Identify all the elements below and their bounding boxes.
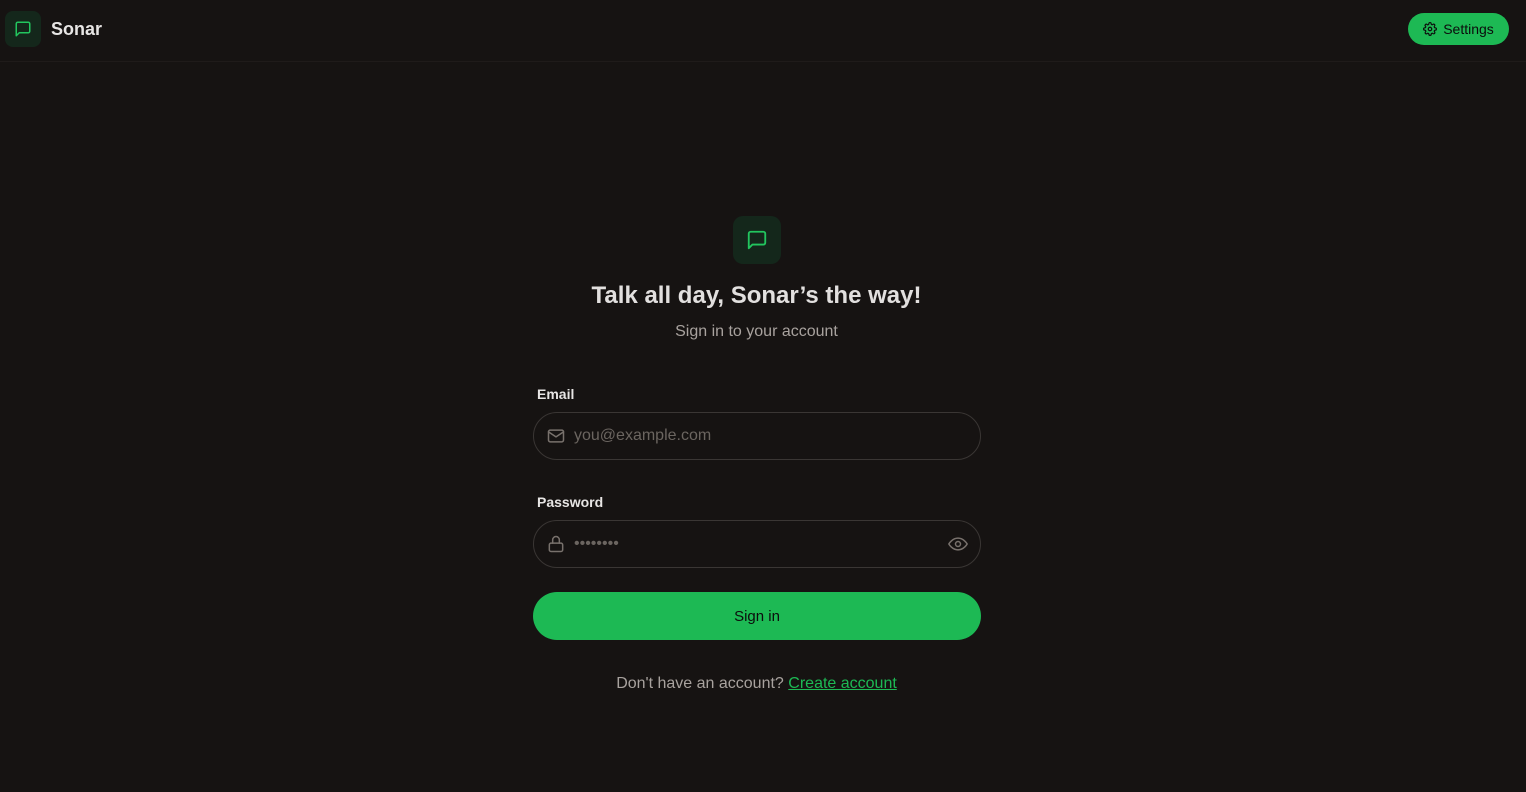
gear-icon (1423, 22, 1438, 36)
eye-icon[interactable] (948, 534, 968, 554)
lock-icon (548, 535, 564, 553)
signup-prompt: Don't have an account? Create account (0, 675, 1513, 693)
message-square-icon (747, 230, 767, 250)
settings-label: Settings (1443, 21, 1494, 37)
password-field[interactable] (533, 520, 981, 568)
email-label: Email (537, 386, 575, 402)
mail-icon (547, 429, 565, 443)
sign-in-button[interactable]: Sign in (533, 592, 981, 640)
email-field[interactable] (533, 412, 981, 460)
message-square-icon (15, 21, 31, 37)
brand-logo (5, 11, 41, 47)
email-input[interactable] (574, 413, 934, 459)
page-subtitle: Sign in to your account (675, 323, 838, 340)
brand[interactable]: Sonar (5, 11, 102, 47)
app-name: Sonar (51, 18, 103, 39)
top-bar: Sonar Settings (0, 0, 1526, 62)
password-input[interactable] (574, 521, 934, 567)
settings-button[interactable]: Settings (1408, 13, 1509, 45)
page-title: Talk all day, Sonar’s the way! (591, 282, 922, 309)
signup-prompt-text: Don't have an account? (616, 675, 784, 692)
hero-logo (733, 216, 781, 264)
password-label: Password (537, 494, 604, 510)
create-account-link[interactable]: Create account (788, 675, 897, 692)
